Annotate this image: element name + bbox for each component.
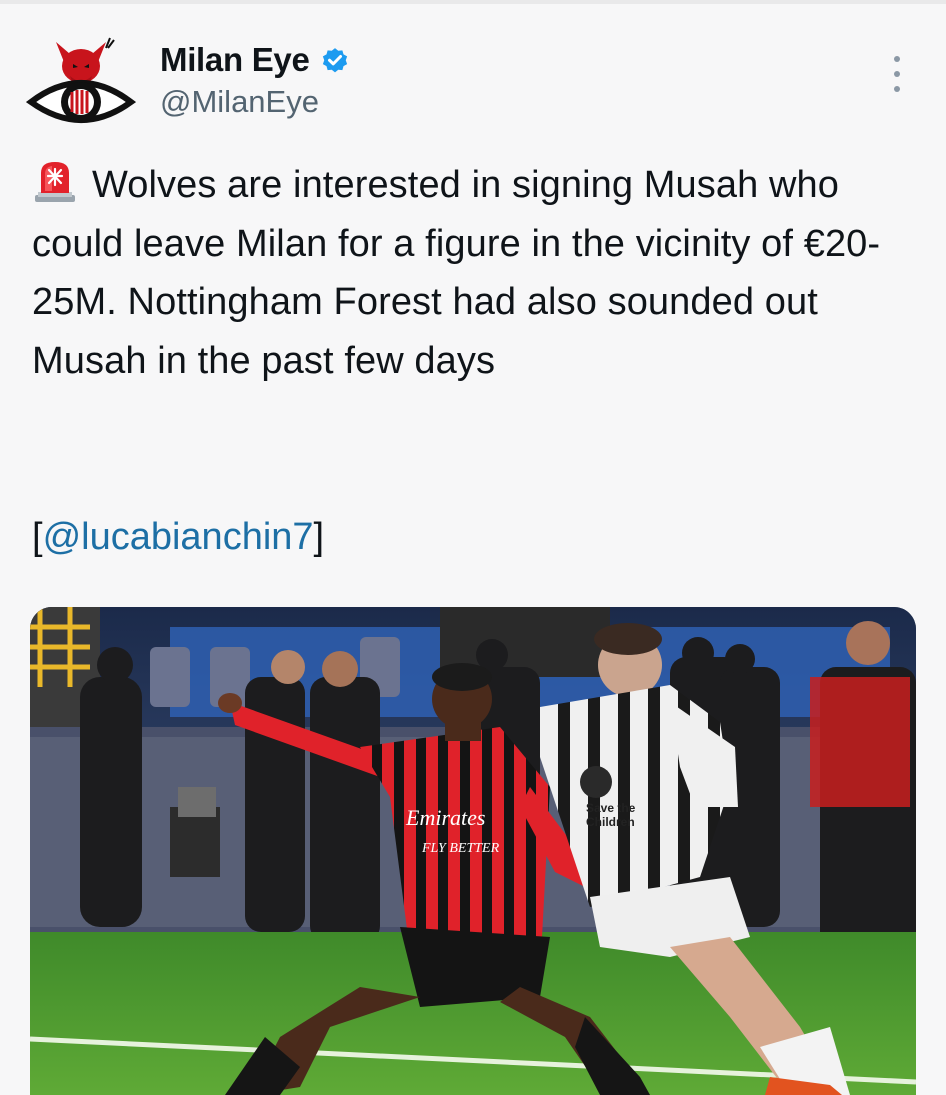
tweet-media-photo[interactable]: Emirates FLY BETTER Save the Children: [30, 607, 916, 1095]
verified-badge-icon: [320, 45, 350, 75]
tweet-text: Wolves are interested in signing Musah w…: [32, 156, 912, 390]
source-attribution: [@lucabianchin7]: [32, 508, 324, 566]
jersey-charity-text-2: Children: [586, 815, 635, 829]
bracket-open: [: [32, 516, 43, 558]
jersey-sponsor-text: Emirates: [405, 805, 485, 830]
devil-eye-logo-icon: [25, 37, 137, 123]
mention-link[interactable]: @lucabianchin7: [43, 516, 314, 558]
ellipsis-dot: [894, 86, 900, 92]
author-name-row[interactable]: Milan Eye: [160, 40, 350, 80]
ellipsis-dot: [894, 71, 900, 77]
bracket-close: ]: [313, 516, 325, 558]
vertical-ellipsis-icon: [894, 56, 900, 62]
display-name[interactable]: Milan Eye: [160, 41, 310, 79]
police-siren-emoji-icon: [32, 159, 78, 203]
user-handle[interactable]: @MilanEye: [160, 84, 319, 120]
top-divider: [0, 0, 946, 4]
jersey-sponsor-tagline: FLY BETTER: [421, 841, 500, 856]
tweet-body-text: Wolves are interested in signing Musah w…: [32, 164, 881, 382]
more-options-button[interactable]: [884, 56, 910, 92]
jersey-charity-text: Save the: [586, 801, 636, 815]
football-players-image: Emirates FLY BETTER Save the Children: [30, 607, 916, 1095]
avatar[interactable]: [25, 34, 137, 134]
